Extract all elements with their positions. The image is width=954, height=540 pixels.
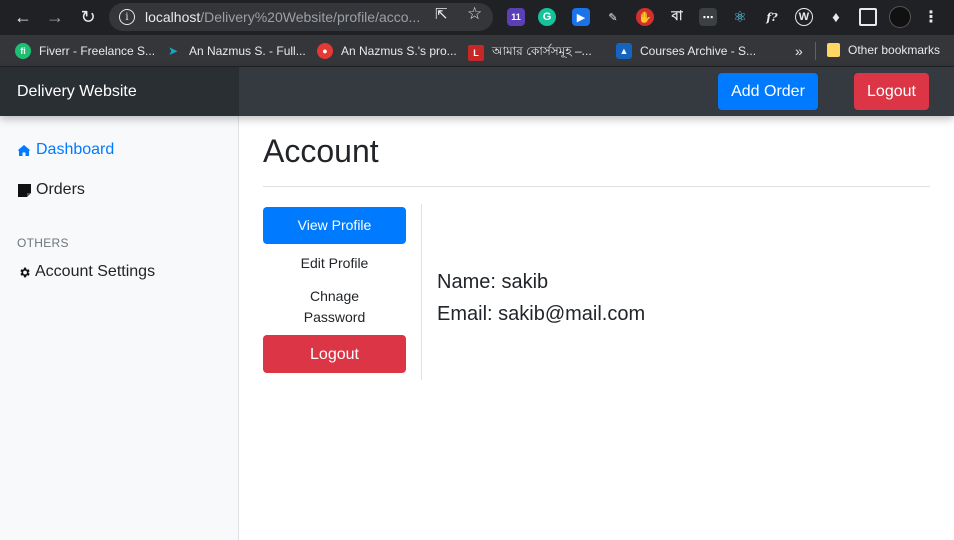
sidebar-item-label: Orders bbox=[36, 181, 85, 198]
sticky-note-icon bbox=[17, 183, 31, 197]
profile-email: Email: sakib@mail.com bbox=[437, 303, 646, 325]
more-bookmarks-chevron-icon[interactable]: » bbox=[795, 43, 803, 59]
sidepanel-icon[interactable] bbox=[859, 8, 877, 26]
navbar: Delivery Website Add Order Logout bbox=[0, 67, 954, 116]
reload-icon[interactable]: ↻ bbox=[76, 5, 100, 29]
extension-badge-icon[interactable]: 11 bbox=[507, 8, 525, 26]
sidebar-section-heading: OTHERS bbox=[17, 236, 69, 250]
account-nav-pills: View Profile Edit Profile Chnage Passwor… bbox=[263, 207, 406, 373]
w-extension-icon[interactable]: W bbox=[795, 8, 813, 26]
page-title: Account bbox=[263, 133, 379, 169]
browser-toolbar: ← → ↻ i localhost/Delivery%20Website/pro… bbox=[0, 0, 954, 35]
lws-icon: L bbox=[468, 45, 484, 61]
puzzle-icon[interactable]: ♦ bbox=[827, 8, 845, 26]
bookmark-divider bbox=[815, 42, 816, 60]
url-host: localhost bbox=[145, 9, 201, 25]
bangla-extension-icon[interactable]: বা bbox=[668, 8, 686, 26]
pen-extension-icon[interactable]: ✎ bbox=[604, 8, 622, 26]
profile-name: Name: sakib bbox=[437, 271, 549, 293]
sidebar-item-account-settings[interactable]: Account Settings bbox=[17, 263, 155, 281]
menu-icon[interactable]: ⋮ bbox=[922, 8, 940, 26]
bookmark-label: আমার কোর্সসমূহ –... bbox=[492, 44, 592, 58]
bird-icon: ➤ bbox=[167, 44, 179, 58]
sidebar-item-orders[interactable]: Orders bbox=[17, 181, 85, 199]
fiverr-icon: fi bbox=[15, 43, 31, 59]
sidebar: Dashboard Orders OTHERS Account Settings bbox=[0, 116, 239, 540]
profile-avatar[interactable] bbox=[889, 6, 911, 28]
grammarly-icon[interactable]: G bbox=[538, 8, 556, 26]
more-bookmarks-label: » bbox=[795, 43, 803, 59]
bookmark-label: An Nazmus S.'s pro... bbox=[341, 44, 457, 58]
stop-extension-icon[interactable]: ✋ bbox=[636, 8, 654, 26]
vertical-divider bbox=[421, 204, 422, 380]
back-icon[interactable]: ← bbox=[11, 5, 35, 29]
bookmark-courses-archive[interactable]: ▲ Courses Archive - S... bbox=[616, 43, 756, 59]
url-text: localhost/Delivery%20Website/profile/acc… bbox=[145, 9, 420, 25]
title-divider bbox=[263, 186, 930, 187]
bookmark-label: Courses Archive - S... bbox=[640, 44, 757, 58]
reddit-icon: ● bbox=[317, 43, 333, 59]
dots-extension-icon[interactable]: ⋯ bbox=[699, 8, 717, 26]
folder-icon bbox=[827, 43, 840, 57]
extension-badge: 11 bbox=[511, 12, 521, 22]
brand-title[interactable]: Delivery Website bbox=[0, 67, 239, 116]
other-bookmarks[interactable]: Other bookmarks bbox=[827, 43, 940, 57]
view-profile-tab[interactable]: View Profile bbox=[263, 207, 406, 244]
app: Delivery Website Add Order Logout Dashbo… bbox=[0, 67, 954, 540]
forward-icon[interactable]: → bbox=[43, 5, 67, 29]
extension-icon[interactable]: ▶ bbox=[572, 8, 590, 26]
bookmark-profile[interactable]: ● An Nazmus S.'s pro... bbox=[317, 43, 457, 59]
font-extension-icon[interactable]: f? bbox=[763, 8, 781, 26]
bookmarks-bar: fi Fiverr - Freelance S... ➤ An Nazmus S… bbox=[0, 35, 954, 67]
bookmark-courses-bn[interactable]: L আমার কোর্সসমূহ –... bbox=[468, 43, 592, 63]
url-path: /Delivery%20Website/profile/acco... bbox=[200, 9, 421, 25]
star-icon[interactable]: ☆ bbox=[467, 4, 482, 24]
site-info-icon[interactable]: i bbox=[119, 9, 135, 25]
logout-button-account[interactable]: Logout bbox=[263, 335, 406, 373]
share-icon[interactable]: ⇱ bbox=[435, 5, 448, 23]
gear-icon bbox=[17, 265, 31, 279]
graduation-cap-icon: ▲ bbox=[616, 43, 632, 59]
sidebar-item-dashboard[interactable]: Dashboard bbox=[17, 141, 114, 159]
sidebar-item-label: Dashboard bbox=[36, 141, 115, 158]
other-bookmarks-label: Other bookmarks bbox=[848, 43, 941, 57]
bookmark-label: An Nazmus S. - Full... bbox=[189, 44, 306, 58]
bookmark-fiverr[interactable]: fi Fiverr - Freelance S... bbox=[15, 43, 155, 59]
bookmark-label: Fiverr - Freelance S... bbox=[39, 44, 156, 58]
logout-button-navbar[interactable]: Logout bbox=[854, 73, 929, 110]
home-icon bbox=[17, 143, 31, 157]
react-devtools-icon[interactable]: ⚛ bbox=[731, 8, 749, 26]
sidebar-item-label: Account Settings bbox=[35, 263, 156, 280]
add-order-button[interactable]: Add Order bbox=[718, 73, 818, 110]
bookmark-upwork[interactable]: ➤ An Nazmus S. - Full... bbox=[165, 43, 306, 59]
edit-profile-tab[interactable]: Edit Profile bbox=[263, 244, 406, 282]
change-password-tab[interactable]: Chnage Password bbox=[263, 282, 406, 332]
